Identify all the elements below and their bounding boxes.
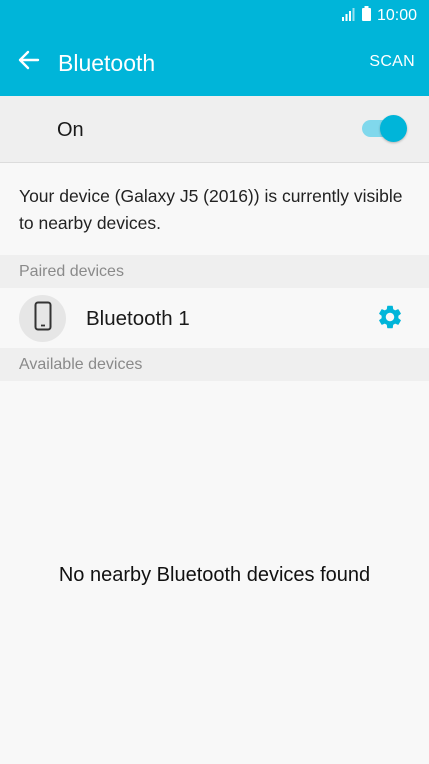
signal-icon (341, 7, 356, 26)
device-avatar (19, 295, 66, 342)
bluetooth-switch[interactable] (360, 114, 408, 142)
switch-thumb (380, 115, 407, 142)
visibility-message: Your device (Galaxy J5 (2016)) is curren… (19, 186, 403, 233)
bluetooth-toggle-row[interactable]: On (0, 96, 429, 163)
toggle-label: On (57, 119, 84, 141)
gear-icon (376, 303, 404, 336)
battery-icon (361, 6, 371, 26)
phone-icon (34, 301, 52, 336)
back-button[interactable] (14, 47, 44, 77)
available-devices-header: Available devices (0, 348, 429, 381)
status-bar: 10:00 (0, 0, 429, 30)
device-name: Bluetooth 1 (86, 307, 190, 330)
paired-device-row[interactable]: Bluetooth 1 (0, 288, 429, 348)
status-time: 10:00 (376, 7, 417, 24)
paired-devices-header: Paired devices (0, 255, 429, 288)
arrow-left-icon (18, 50, 40, 75)
no-devices-message: No nearby Bluetooth devices found (58, 564, 371, 586)
page-title: Bluetooth (58, 50, 156, 76)
app-bar: Bluetooth SCAN (0, 30, 429, 96)
device-settings-button[interactable] (374, 303, 406, 335)
status-icons: 10:00 (341, 6, 417, 26)
scan-button[interactable]: SCAN (369, 52, 415, 72)
